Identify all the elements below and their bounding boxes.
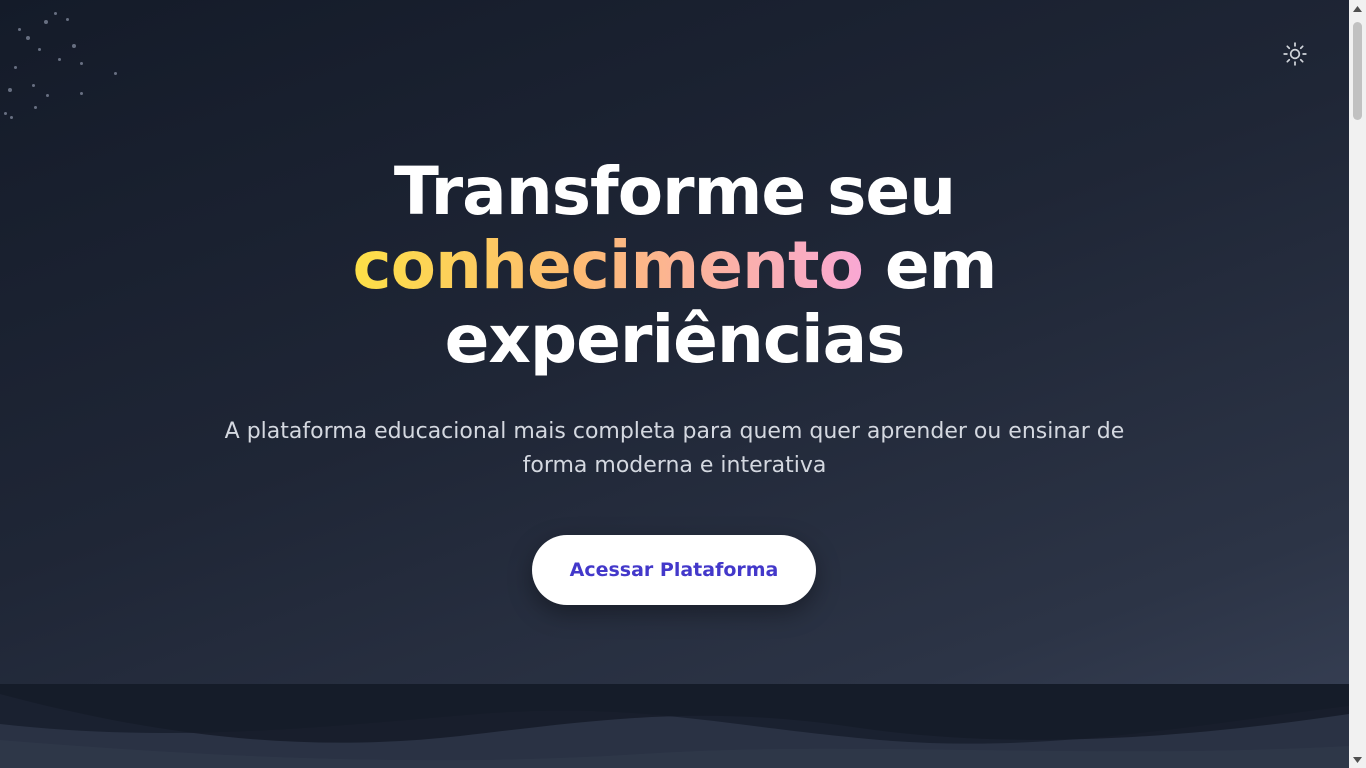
decorative-particles	[0, 0, 130, 130]
hero-title-line2-rest: em	[862, 227, 998, 304]
hero-title-accent: conhecimento	[352, 227, 864, 304]
theme-toggle-button[interactable]	[1281, 40, 1309, 68]
hero-title-line3: experiências	[444, 301, 906, 378]
scrollbar-thumb[interactable]	[1353, 22, 1362, 120]
hero-title-line1: Transforme seu	[393, 153, 956, 230]
sun-icon	[1283, 42, 1307, 66]
decorative-waves	[0, 684, 1349, 768]
scroll-up-arrow-icon[interactable]	[1349, 0, 1366, 17]
landing-page: Transforme seu conhecimento em experiênc…	[0, 0, 1349, 768]
hero-subtitle: A plataforma educacional mais completa p…	[224, 419, 1125, 478]
vertical-scrollbar[interactable]	[1349, 0, 1366, 768]
hero-section: Transforme seu conhecimento em experiênc…	[0, 155, 1349, 483]
scroll-down-arrow-icon[interactable]	[1349, 751, 1366, 768]
hero-title: Transforme seu conhecimento em experiênc…	[0, 155, 1349, 377]
access-platform-button[interactable]: Acessar Plataforma	[532, 535, 816, 605]
